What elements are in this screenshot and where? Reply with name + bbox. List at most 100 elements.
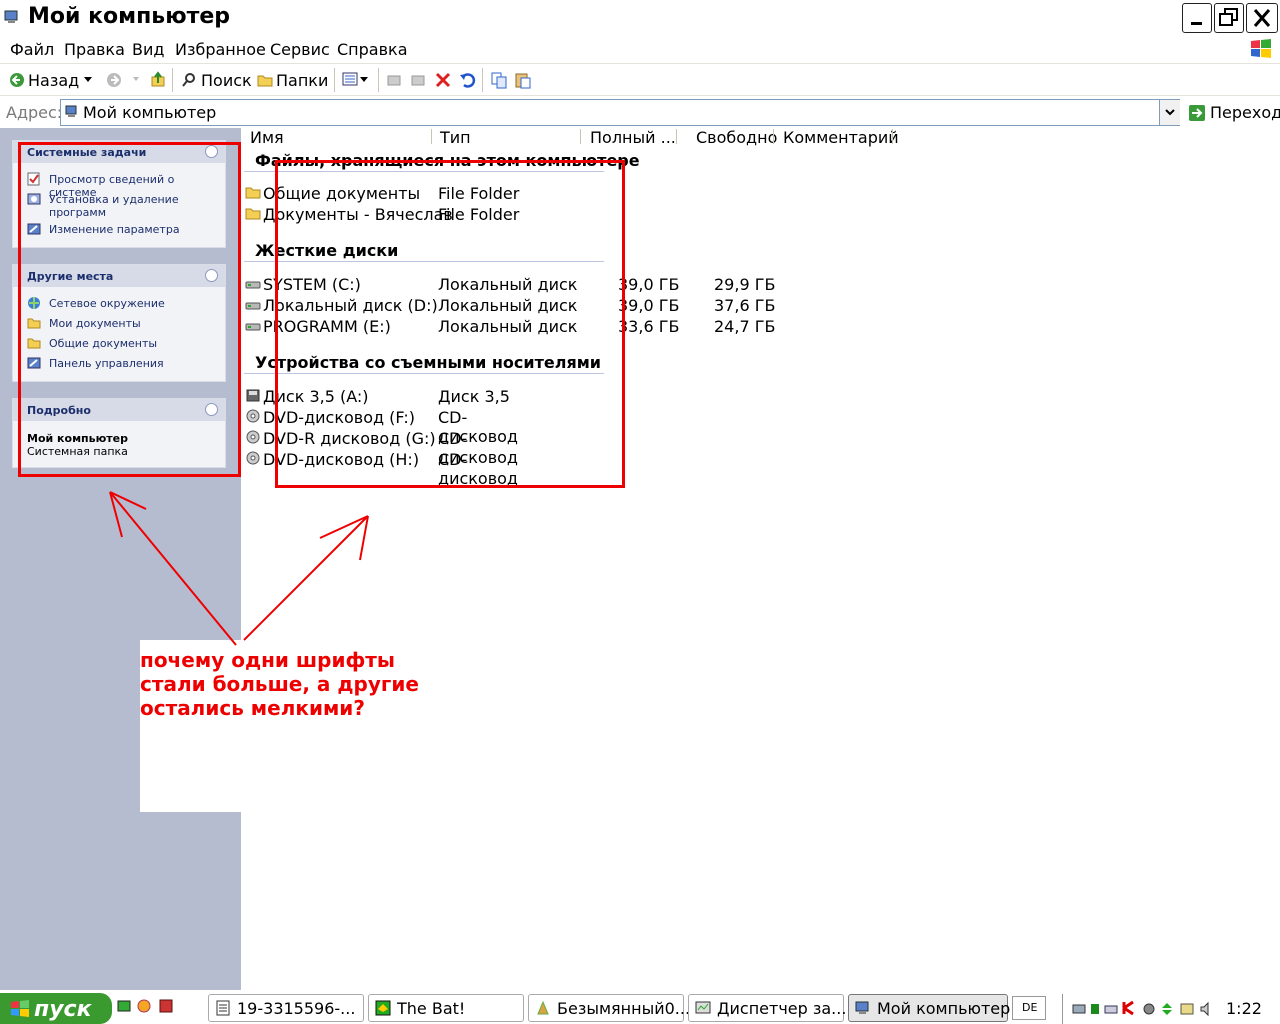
column-total-size[interactable]: Полный ... [590,128,676,147]
copy-icon[interactable] [490,71,508,89]
taskbar-button-label: The Bat! [397,999,466,1018]
quicklaunch-desktop-icon[interactable] [116,998,132,1014]
move-to-icon[interactable] [386,72,402,88]
paint-icon [537,1000,549,1015]
menu-tools[interactable]: Сервис [270,40,330,59]
item-free: 29,9 ГБ [714,275,776,294]
folder-icon [257,75,273,87]
menu-view[interactable]: Вид [132,40,164,59]
tray-printer-icon[interactable] [1103,1001,1119,1017]
folders-button[interactable]: Папки [254,68,330,92]
cd-drive-icon [246,451,260,465]
back-button[interactable]: Назад [6,68,98,92]
copy-to-icon[interactable] [410,72,426,88]
menu-file[interactable]: Файл [10,40,54,59]
minimize-icon [1191,22,1202,25]
item-total: 39,0 ГБ [618,296,680,315]
taskbar-button-label: Мой компьютер [877,999,1011,1018]
language-code: DE [1022,1001,1038,1014]
taskbar-button-thebat[interactable]: The Bat! [368,994,524,1022]
chevron-down-icon [1165,109,1175,116]
back-arrow-icon [10,73,24,87]
go-arrow-icon[interactable] [1188,104,1206,122]
annotation-box-right [275,160,625,488]
views-button[interactable] [340,70,370,90]
annotation-box-left [18,142,241,477]
taskbar-button-document[interactable]: 19-3315596-... [208,994,364,1022]
delete-icon[interactable] [434,71,452,89]
document-icon [216,1000,230,1016]
taskbar-button-my-computer[interactable]: Мой компьютер [848,994,1011,1022]
address-label: Адрес: [6,103,63,122]
column-free-space[interactable]: Свободно [696,128,777,147]
item-total: 39,0 ГБ [618,275,680,294]
up-folder-icon[interactable] [150,71,166,87]
menu-favorites[interactable]: Избранное [175,40,266,59]
search-icon [182,73,195,87]
windows-logo-icon [1251,39,1271,58]
dropdown-arrow-icon[interactable] [133,77,139,82]
paste-icon[interactable] [514,71,532,89]
address-value: Мой компьютер [83,103,217,122]
taskbar-button-label: Диспетчер за... [717,999,847,1018]
tray-status-icon[interactable] [1089,1001,1101,1017]
taskbar-button-label: Безымянный0... [557,999,691,1018]
computer-icon [4,10,18,23]
column-name[interactable]: Имя [250,128,284,147]
tray-settings-icon[interactable] [1141,1001,1157,1017]
taskbar-button-task-manager[interactable]: Диспетчер за... [688,994,847,1022]
cd-drive-icon [246,409,260,423]
restore-button[interactable] [1214,3,1244,33]
menu-bar: Файл Правка Вид Избранное Сервис Справка [0,36,1280,64]
clock: 1:22 [1226,999,1262,1018]
address-dropdown-button[interactable] [1159,100,1180,125]
dropdown-arrow-icon [84,77,92,82]
quicklaunch-browser-icon[interactable] [136,998,152,1014]
close-button[interactable] [1246,3,1278,33]
computer-icon [855,1001,869,1014]
menu-help[interactable]: Справка [337,40,408,59]
dropdown-arrow-icon [360,77,368,82]
task-manager-icon [695,1001,711,1014]
views-icon [342,72,358,86]
tray-sync-icon[interactable] [1159,1000,1175,1018]
folder-icon [245,187,261,199]
tray-antivirus-icon[interactable] [1121,1000,1137,1016]
search-label: Поиск [201,71,252,90]
the-bat-icon [375,1000,391,1016]
column-comment[interactable]: Комментарий [783,128,899,147]
menu-edit[interactable]: Правка [64,40,125,59]
undo-icon[interactable] [458,71,476,89]
start-button[interactable]: пуск [0,993,112,1024]
taskbar-button-label: 19-3315596-... [237,999,356,1018]
go-button[interactable]: Переход [1210,103,1280,122]
hard-disk-icon [245,302,261,310]
restore-icon [1219,8,1238,26]
computer-icon [65,105,77,117]
tray-app-icon[interactable] [1179,1001,1195,1017]
taskbar-button-paint[interactable]: Безымянный0... [528,994,690,1022]
folder-icon [245,208,261,220]
windows-logo-icon [11,1000,29,1017]
cd-drive-icon [246,430,260,444]
quicklaunch-app-icon[interactable] [158,998,174,1014]
tray-network-icon[interactable] [1071,1001,1087,1017]
window-title: Мой компьютер [28,4,231,29]
back-label: Назад [28,71,80,90]
hard-disk-icon [245,281,261,289]
toolbar: Назад Поиск Папки [0,64,1280,96]
minimize-button[interactable] [1182,3,1212,33]
floppy-drive-icon [246,389,260,402]
tray-volume-icon[interactable] [1199,1001,1215,1017]
annotation-text: почему одни шрифты стали больше, а други… [140,648,419,720]
address-input[interactable]: Мой компьютер [60,99,1180,126]
item-free: 24,7 ГБ [714,317,776,336]
language-indicator[interactable]: DE [1012,996,1046,1020]
item-total: 33,6 ГБ [618,317,680,336]
start-label: пуск [34,997,92,1022]
hard-disk-icon [245,323,261,331]
forward-arrow-icon[interactable] [106,72,122,88]
column-type[interactable]: Тип [440,128,471,147]
close-icon [1253,9,1271,27]
search-button[interactable]: Поиск [178,68,252,92]
